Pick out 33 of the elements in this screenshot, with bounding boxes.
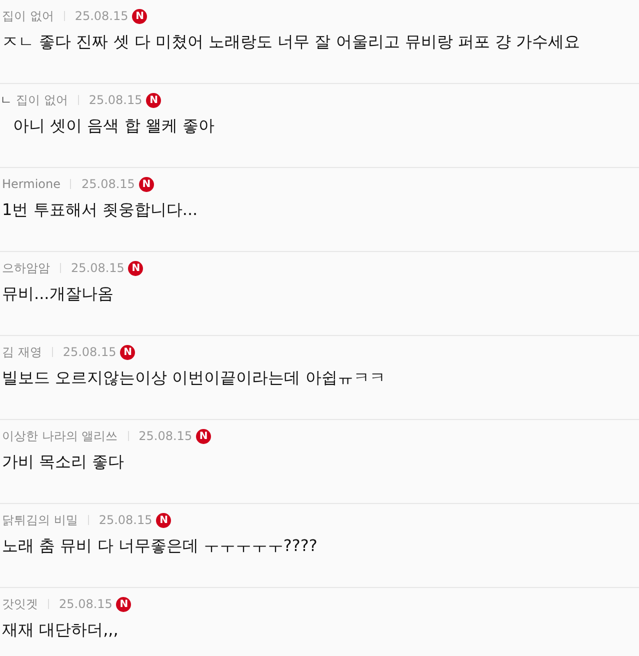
comment-date: 25.08.15 bbox=[138, 429, 192, 443]
new-badge: N bbox=[196, 428, 212, 444]
comment-date: 25.08.15 bbox=[81, 177, 135, 191]
comment-text: 재재 대단하더,,, bbox=[2, 620, 120, 641]
comment-author: 이상한 나라의 앨리쓰 bbox=[2, 428, 118, 444]
comment-date: 25.08.15 bbox=[71, 261, 124, 275]
comment-text: 빌보드 오르지않는이상 이번이끝이라는데 아쉽ㅠㅋㅋ bbox=[2, 368, 386, 389]
new-badge: N bbox=[128, 260, 144, 276]
new-badge: N bbox=[156, 512, 172, 528]
comment-author: 집이 없어 bbox=[2, 8, 54, 24]
new-badge: N bbox=[120, 344, 136, 360]
comment-text: 아니 셋이 음색 합 왤케 좋아 bbox=[12, 116, 216, 137]
reply-mark: ㄴ bbox=[0, 92, 12, 108]
comment-date: 25.08.15 bbox=[62, 345, 116, 359]
new-badge: N bbox=[146, 92, 162, 108]
comment-text: 1번 투표해서 죗웅합니다... bbox=[2, 200, 199, 221]
comment-date: 25.08.15 bbox=[74, 9, 128, 23]
comment-author: 으하암암 bbox=[2, 260, 50, 276]
comment-date: 25.08.15 bbox=[59, 597, 112, 611]
comment-text: ㅈㄴ 좋다 진짜 셋 다 미쳤어 노래랑도 너무 잘 어울리고 뮤비랑 퍼포 걍 가수세요 bbox=[2, 32, 582, 53]
comment-date: 25.08.15 bbox=[88, 93, 142, 107]
comment-author: 집이 없어 bbox=[16, 92, 68, 108]
new-badge: N bbox=[132, 8, 148, 24]
comment-author: 갓잇겟 bbox=[2, 596, 38, 612]
comment-author: Hermione bbox=[2, 177, 60, 191]
comment-author: 닭튀김의 비밀 bbox=[2, 512, 78, 528]
comment-author: 김 재영 bbox=[2, 344, 42, 360]
new-badge: N bbox=[116, 596, 132, 612]
comment-text: 가비 목소리 좋다 bbox=[2, 452, 126, 473]
comment-text: 뮤비...개잘나옴 bbox=[2, 284, 114, 305]
new-badge: N bbox=[138, 176, 154, 192]
comment-date: 25.08.15 bbox=[98, 513, 152, 527]
comment-text: 노래 춤 뮤비 다 너무좋은데 ㅜㅜㅜㅜㅜ???? bbox=[2, 536, 318, 557]
